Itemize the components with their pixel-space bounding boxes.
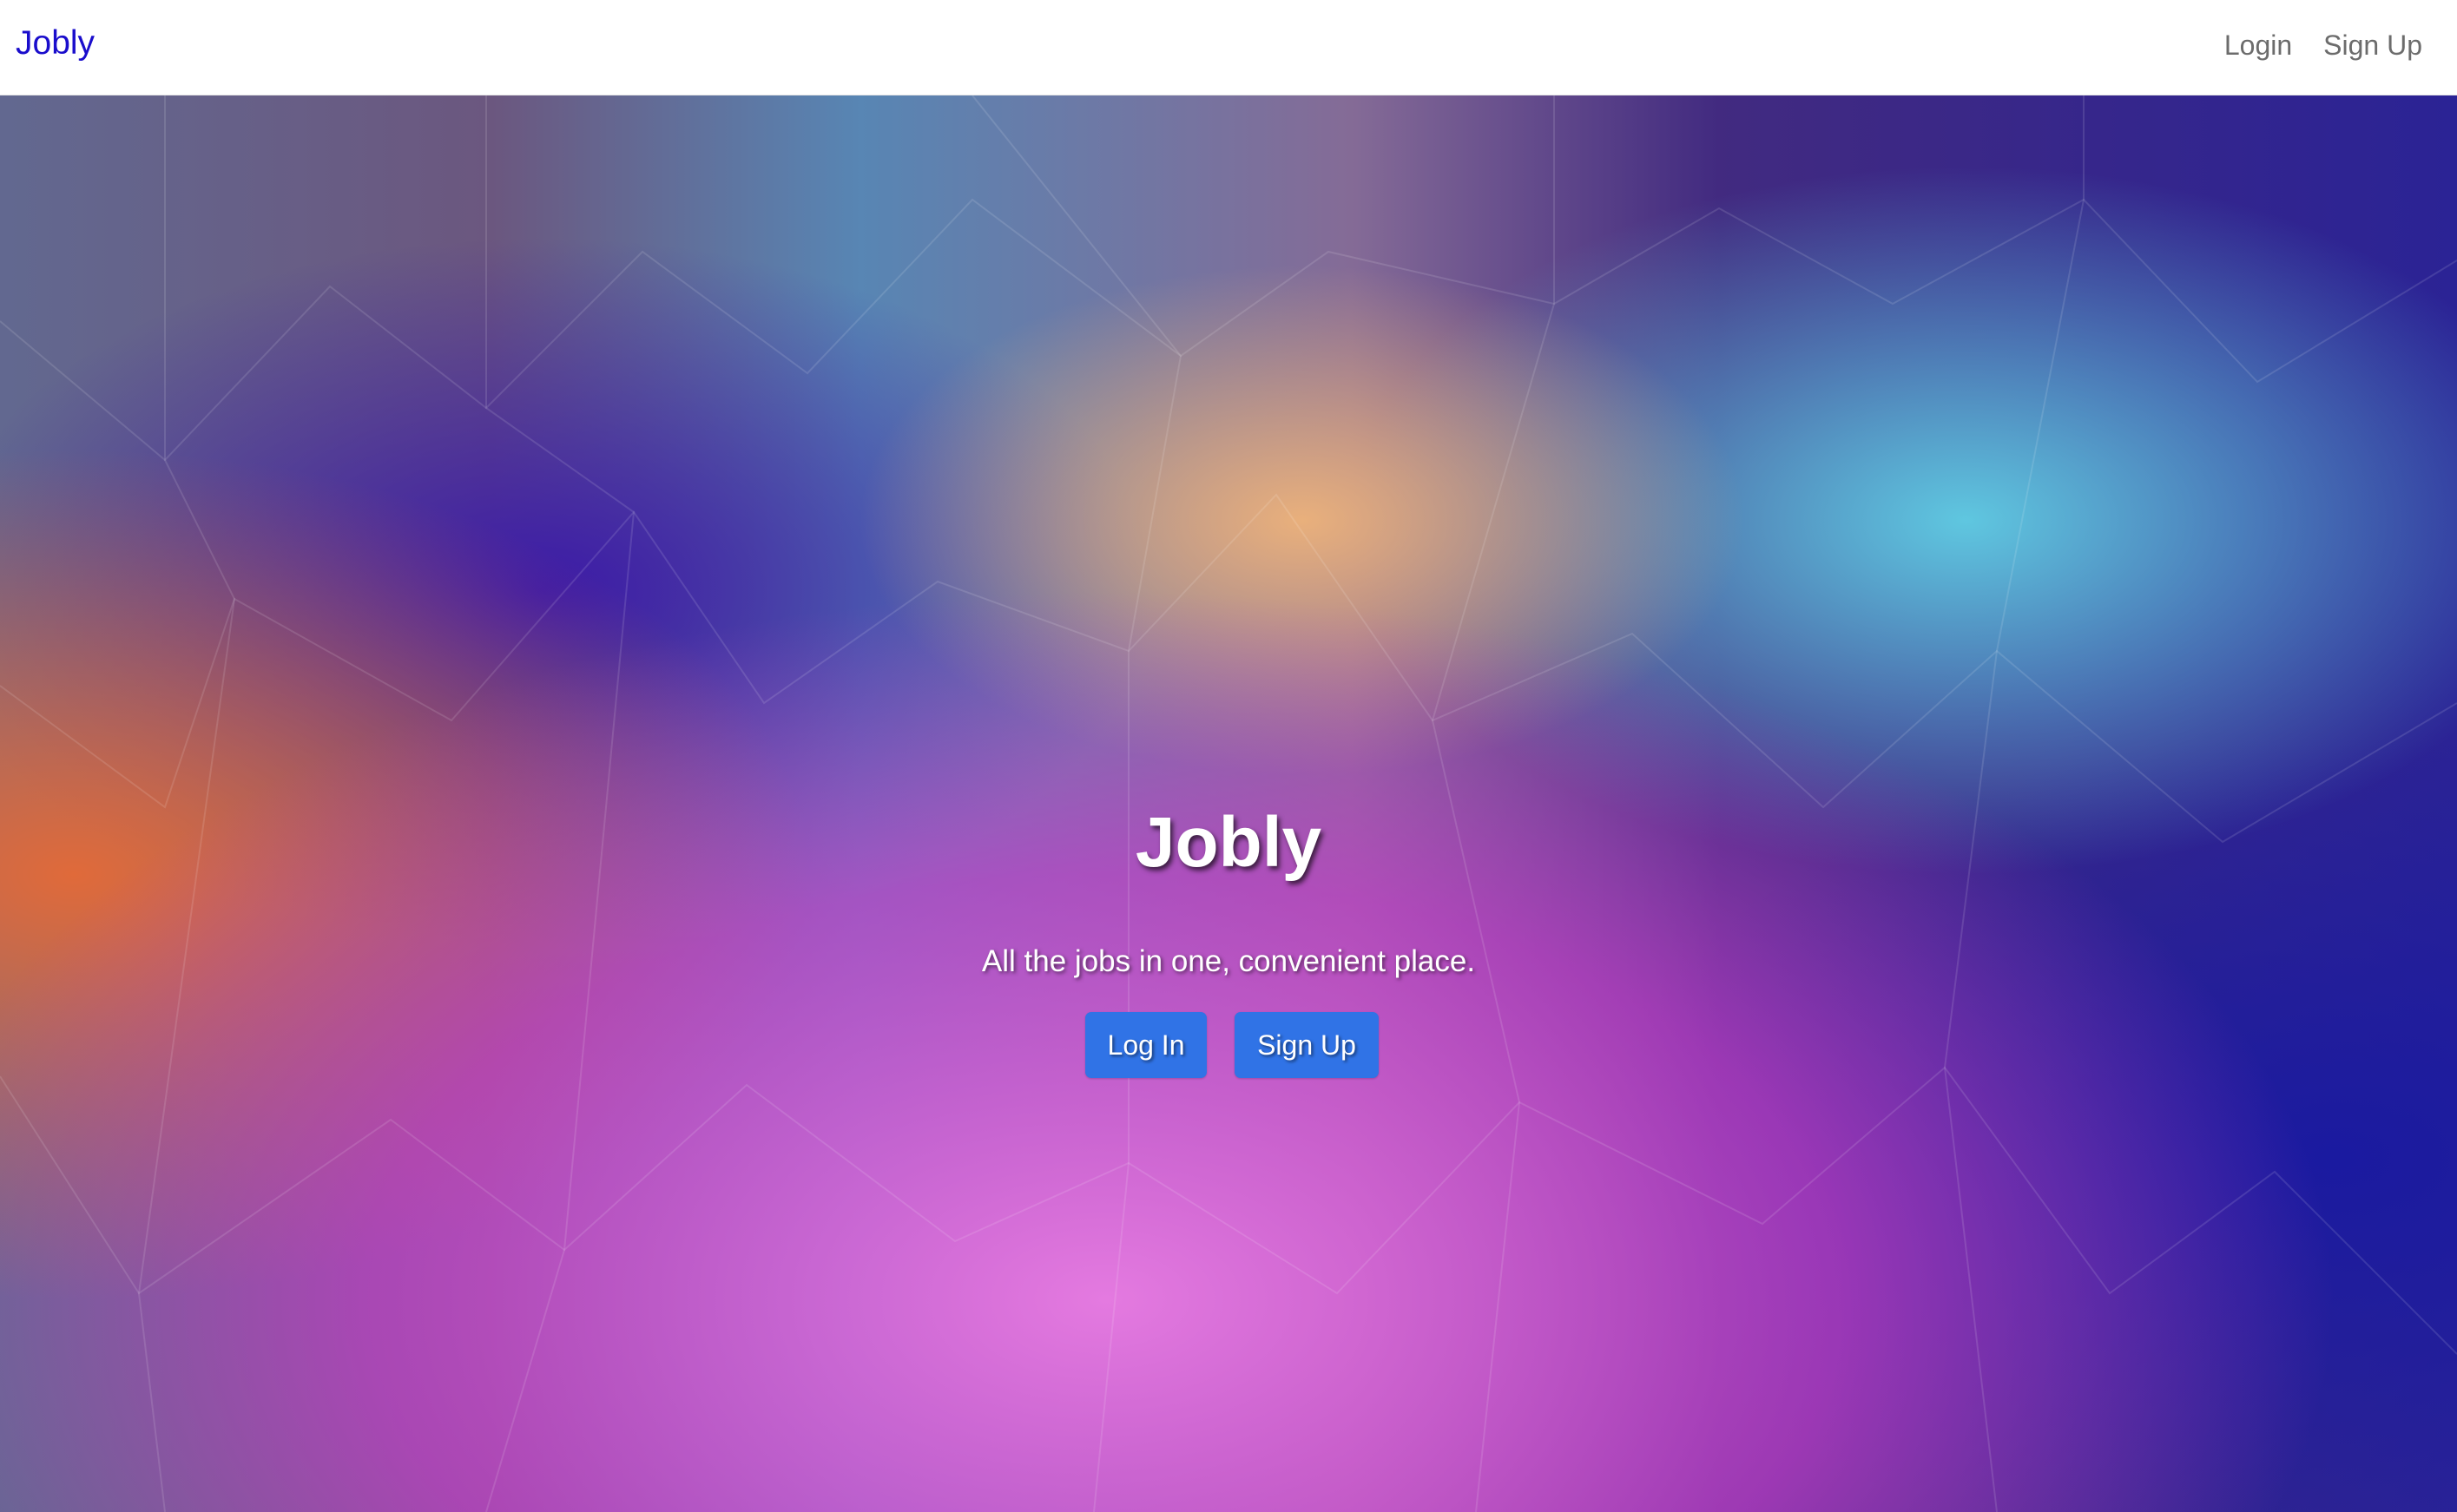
signup-button[interactable]: Sign Up <box>1235 1012 1379 1078</box>
nav-login-link[interactable]: Login <box>2224 30 2292 62</box>
nav-signup-link[interactable]: Sign Up <box>2323 30 2422 62</box>
hero-subtitle: All the jobs in one, convenient place. <box>981 944 1476 978</box>
brand-link[interactable]: Jobly <box>16 24 95 62</box>
nav-links: Login Sign Up <box>2224 30 2422 62</box>
hero-buttons: Log In Sign Up <box>0 1012 2457 1078</box>
login-button[interactable]: Log In <box>1085 1012 1207 1078</box>
navbar: Jobly Login Sign Up <box>0 0 2457 95</box>
hero-title: Jobly <box>1135 803 1322 882</box>
hero-section: Jobly All the jobs in one, convenient pl… <box>0 95 2457 1512</box>
